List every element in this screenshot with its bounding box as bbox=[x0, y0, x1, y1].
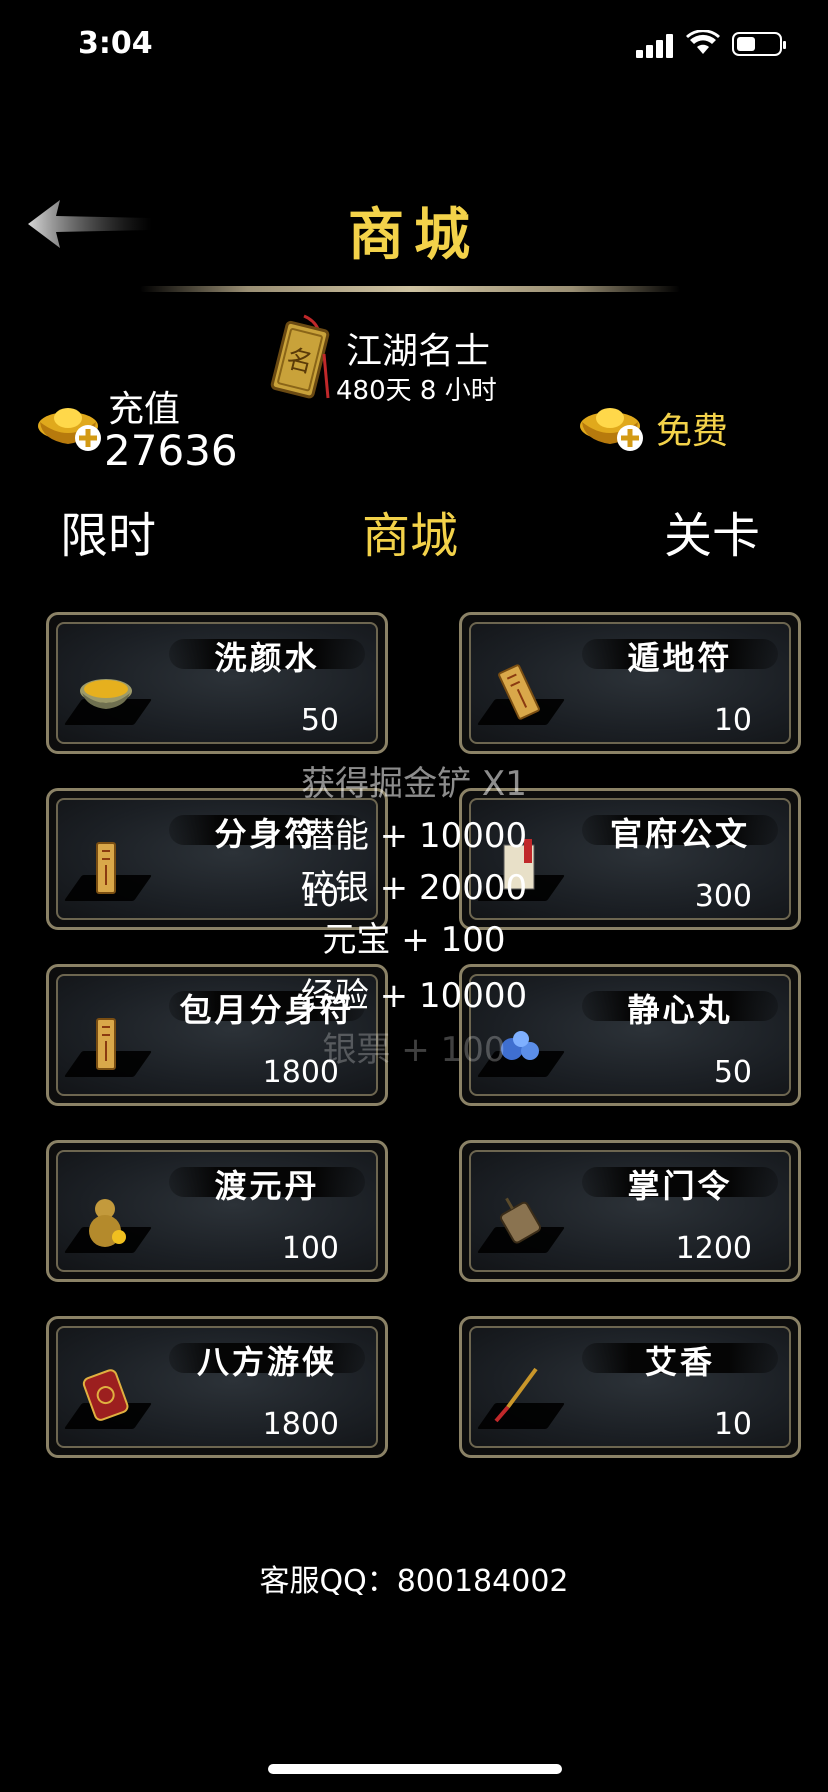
wifi-icon bbox=[686, 30, 720, 54]
item-name: 洗颜水 bbox=[214, 639, 320, 677]
item-price: 10 bbox=[713, 703, 752, 738]
item-name: 掌门令 bbox=[627, 1167, 733, 1205]
shop-item-card[interactable]: 掌门令 1200 bbox=[459, 1140, 801, 1282]
free-gold-ingot-plus-icon[interactable] bbox=[576, 398, 648, 454]
pouch-icon bbox=[82, 1369, 129, 1421]
reward-message: 潜能 + 10000 bbox=[300, 816, 528, 856]
customer-service-qq: 客服QQ：800184002 bbox=[259, 1564, 569, 1599]
tab-stage[interactable]: 关卡 bbox=[664, 496, 760, 566]
talisman-icon bbox=[498, 664, 540, 720]
cellular-signal-icon bbox=[636, 34, 676, 58]
shop-item-card[interactable]: 艾香 10 bbox=[459, 1316, 801, 1458]
item-name: 遁地符 bbox=[627, 639, 733, 677]
item-price: 50 bbox=[300, 703, 339, 738]
rank-remaining-time: 480天 8 小时 bbox=[336, 376, 497, 406]
home-indicator[interactable] bbox=[268, 1764, 562, 1774]
shop-item-card[interactable]: 遁地符 10 bbox=[459, 612, 801, 754]
reward-message: 经验 + 10000 bbox=[300, 976, 528, 1016]
battery-icon bbox=[732, 32, 786, 56]
item-price: 1200 bbox=[675, 1231, 752, 1266]
reward-message: 元宝 + 100 bbox=[322, 920, 506, 960]
rank-name: 江湖名士 bbox=[346, 331, 491, 372]
item-price: 100 bbox=[281, 1231, 339, 1266]
incense-icon bbox=[494, 1367, 538, 1423]
gold-ingot-plus-icon[interactable] bbox=[34, 398, 106, 454]
token-icon bbox=[499, 1197, 542, 1244]
reward-message: 银票 + 100 bbox=[322, 1030, 506, 1070]
item-price: 10 bbox=[713, 1407, 752, 1442]
shop-item-card[interactable]: 渡元丹 100 bbox=[46, 1140, 388, 1282]
page-title: 商城 bbox=[348, 202, 480, 268]
free-button[interactable]: 免费 bbox=[656, 402, 728, 454]
status-time: 3:04 bbox=[78, 26, 153, 61]
gourd-icon bbox=[89, 1199, 126, 1247]
item-price: 1800 bbox=[262, 1407, 339, 1442]
item-name: 渡元丹 bbox=[214, 1167, 320, 1205]
reward-message: 碎银 + 20000 bbox=[300, 868, 528, 908]
shop-item-card[interactable]: 洗颜水 50 bbox=[46, 612, 388, 754]
tab-limited[interactable]: 限时 bbox=[60, 496, 156, 566]
recharge-balance: 27636 bbox=[104, 426, 238, 475]
bowl-icon bbox=[80, 679, 132, 709]
shop-item-card[interactable]: 八方游侠 1800 bbox=[46, 1316, 388, 1458]
recharge-label[interactable]: 充值 bbox=[108, 380, 180, 432]
item-name: 八方游侠 bbox=[196, 1343, 337, 1381]
tab-shop[interactable]: 商城 bbox=[362, 496, 458, 566]
title-divider bbox=[140, 286, 680, 292]
item-name: 艾香 bbox=[644, 1343, 715, 1381]
rank-tag-icon: 名 bbox=[270, 314, 330, 399]
reward-message: 获得掘金铲 X1 bbox=[301, 764, 527, 804]
